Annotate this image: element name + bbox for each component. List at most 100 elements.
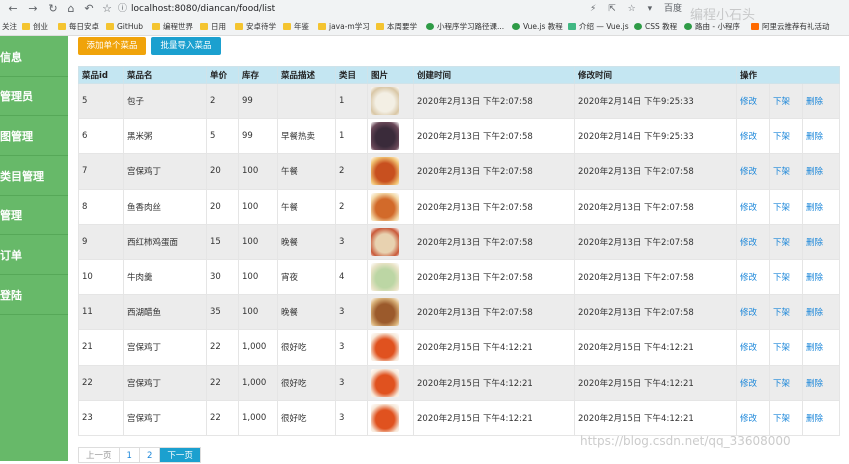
bookmark-item[interactable]: CSS 教程 <box>634 21 677 33</box>
cell-created: 2020年2月15日 下午4:12:21 <box>413 329 575 366</box>
share-icon[interactable]: ⇱ <box>608 4 616 14</box>
cell-image <box>367 329 414 366</box>
delete-link[interactable]: 删除 <box>806 238 823 248</box>
offline-link[interactable]: 下架 <box>773 167 790 177</box>
col-header-modified[interactable]: 修改时间 <box>574 66 737 84</box>
delete-link[interactable]: 删除 <box>806 167 823 177</box>
bookmark-star-icon[interactable]: ☆ <box>100 2 114 16</box>
col-header-created[interactable]: 创建时间 <box>413 66 575 84</box>
delete-link[interactable]: 删除 <box>806 308 823 318</box>
search-engine[interactable]: 百度 <box>664 4 682 14</box>
chevron-down-icon[interactable]: ▾ <box>648 4 653 14</box>
col-header-price[interactable]: 单价 <box>206 66 239 84</box>
col-header-desc[interactable]: 菜品描述 <box>277 66 336 84</box>
reload-icon[interactable]: ↻ <box>46 2 60 16</box>
offline-link[interactable]: 下架 <box>773 238 790 248</box>
col-header-image[interactable]: 图片 <box>367 66 414 84</box>
batch-import-button[interactable]: 批量导入菜品 <box>151 37 221 55</box>
back-arrow-icon[interactable]: ← <box>6 2 20 16</box>
edit-link[interactable]: 修改 <box>740 238 757 248</box>
sidebar-item-food-manage[interactable]: 管理 <box>0 196 68 235</box>
add-food-button[interactable]: 添加单个菜品 <box>78 37 146 55</box>
cell-modified: 2020年2月14日 下午9:25:33 <box>574 118 737 155</box>
offline-link[interactable]: 下架 <box>773 379 790 389</box>
bookmark-item[interactable]: java-m学习 <box>318 21 370 33</box>
delete-link[interactable]: 删除 <box>806 203 823 213</box>
bookmark-item[interactable]: 创业 <box>22 21 48 33</box>
cell-modified: 2020年2月15日 下午4:12:21 <box>574 364 737 401</box>
delete-link[interactable]: 删除 <box>806 97 823 107</box>
cell-price: 35 <box>206 294 239 331</box>
cell-desc <box>277 82 336 120</box>
table-row: 7 宫保鸡丁 20 100 午餐 2 2020年2月13日 下午2:07:58 2020年2月… <box>78 153 841 190</box>
sidebar-item-login[interactable]: 登陆 <box>0 276 68 315</box>
home-icon[interactable]: ⌂ <box>64 2 78 16</box>
edit-link[interactable]: 修改 <box>740 308 757 318</box>
cell-name: 黑米粥 <box>123 118 207 155</box>
edit-link[interactable]: 修改 <box>740 414 757 424</box>
undo-icon[interactable]: ↶ <box>82 2 96 16</box>
sidebar-item-image-manage[interactable]: 图管理 <box>0 117 68 156</box>
bookmark-item[interactable]: 年鉴 <box>283 21 309 33</box>
col-header-name[interactable]: 菜品名 <box>123 66 207 84</box>
bookmark-item[interactable]: 日用 <box>200 21 226 33</box>
offline-link[interactable]: 下架 <box>773 203 790 213</box>
delete-link[interactable]: 删除 <box>806 132 823 142</box>
bookmark-item[interactable]: 编程世界 <box>152 21 193 33</box>
bookmark-item[interactable]: 关注 <box>2 21 17 33</box>
folder-icon <box>152 23 160 30</box>
bookmark-item[interactable]: 每日安卓 <box>58 21 99 33</box>
bookmark-item[interactable]: 介绍 — Vue.js <box>568 21 629 33</box>
delete-link[interactable]: 删除 <box>806 273 823 283</box>
bookmark-item[interactable]: 本周要学 <box>376 21 417 33</box>
cell-modified: 2020年2月13日 下午2:07:58 <box>574 188 737 225</box>
edit-link[interactable]: 修改 <box>740 273 757 283</box>
cell-price: 20 <box>206 153 239 190</box>
edit-link[interactable]: 修改 <box>740 379 757 389</box>
edit-link[interactable]: 修改 <box>740 132 757 142</box>
cell-created: 2020年2月13日 下午2:07:58 <box>413 294 575 331</box>
forward-arrow-icon[interactable]: → <box>26 2 40 16</box>
cell-image <box>367 153 414 190</box>
address-bar[interactable]: ⓘ localhost:8080/diancan/food/list <box>118 2 588 16</box>
bookmark-item[interactable]: Vue.js 教程 <box>512 21 563 33</box>
offline-link[interactable]: 下架 <box>773 308 790 318</box>
edit-link[interactable]: 修改 <box>740 167 757 177</box>
bookmark-item[interactable]: 安卓待学 <box>235 21 276 33</box>
bookmark-item[interactable]: 路由 - 小程序 <box>684 21 740 33</box>
star-icon[interactable]: ☆ <box>628 4 636 14</box>
sidebar-item-info[interactable]: 信息 <box>0 38 68 77</box>
bookmark-item[interactable]: 阿里云推荐有礼活动 <box>751 21 830 33</box>
edit-link[interactable]: 修改 <box>740 343 757 353</box>
lightning-icon[interactable]: ⚡ <box>590 4 596 14</box>
cell-id: 7 <box>78 153 124 190</box>
col-header-category[interactable]: 类目 <box>335 66 368 84</box>
vue-icon <box>568 23 576 30</box>
delete-link[interactable]: 删除 <box>806 343 823 353</box>
offline-link[interactable]: 下架 <box>773 414 790 424</box>
cell-action: 下架 <box>769 82 803 120</box>
table-row: 10 牛肉羹 30 100 宵夜 4 2020年2月13日 下午2:07:58 2020年2月… <box>78 258 841 296</box>
bookmark-item[interactable]: 小程序学习路径课... <box>426 21 504 33</box>
aliyun-icon <box>751 23 759 30</box>
delete-link[interactable]: 删除 <box>806 414 823 424</box>
bookmark-item[interactable]: GitHub <box>106 21 143 33</box>
offline-link[interactable]: 下架 <box>773 273 790 283</box>
cell-action: 修改 <box>736 223 770 260</box>
cell-action: 修改 <box>736 329 770 366</box>
edit-link[interactable]: 修改 <box>740 203 757 213</box>
cell-action: 下架 <box>769 329 803 366</box>
offline-link[interactable]: 下架 <box>773 132 790 142</box>
col-header-id[interactable]: 菜品id <box>78 66 124 84</box>
sidebar-item-category-manage[interactable]: 类目管理 <box>0 157 68 196</box>
edit-link[interactable]: 修改 <box>740 97 757 107</box>
delete-link[interactable]: 删除 <box>806 379 823 389</box>
url-text: localhost:8080/diancan/food/list <box>131 4 276 14</box>
cell-id: 23 <box>78 399 124 436</box>
sidebar-item-orders[interactable]: 订单 <box>0 236 68 275</box>
sidebar-item-admin[interactable]: 管理员 <box>0 77 68 116</box>
table-header-row: 菜品id 菜品名 单价 库存 菜品描述 类目 图片 创建时间 修改时间 操作 <box>78 66 841 84</box>
offline-link[interactable]: 下架 <box>773 97 790 107</box>
col-header-stock[interactable]: 库存 <box>238 66 278 84</box>
offline-link[interactable]: 下架 <box>773 343 790 353</box>
